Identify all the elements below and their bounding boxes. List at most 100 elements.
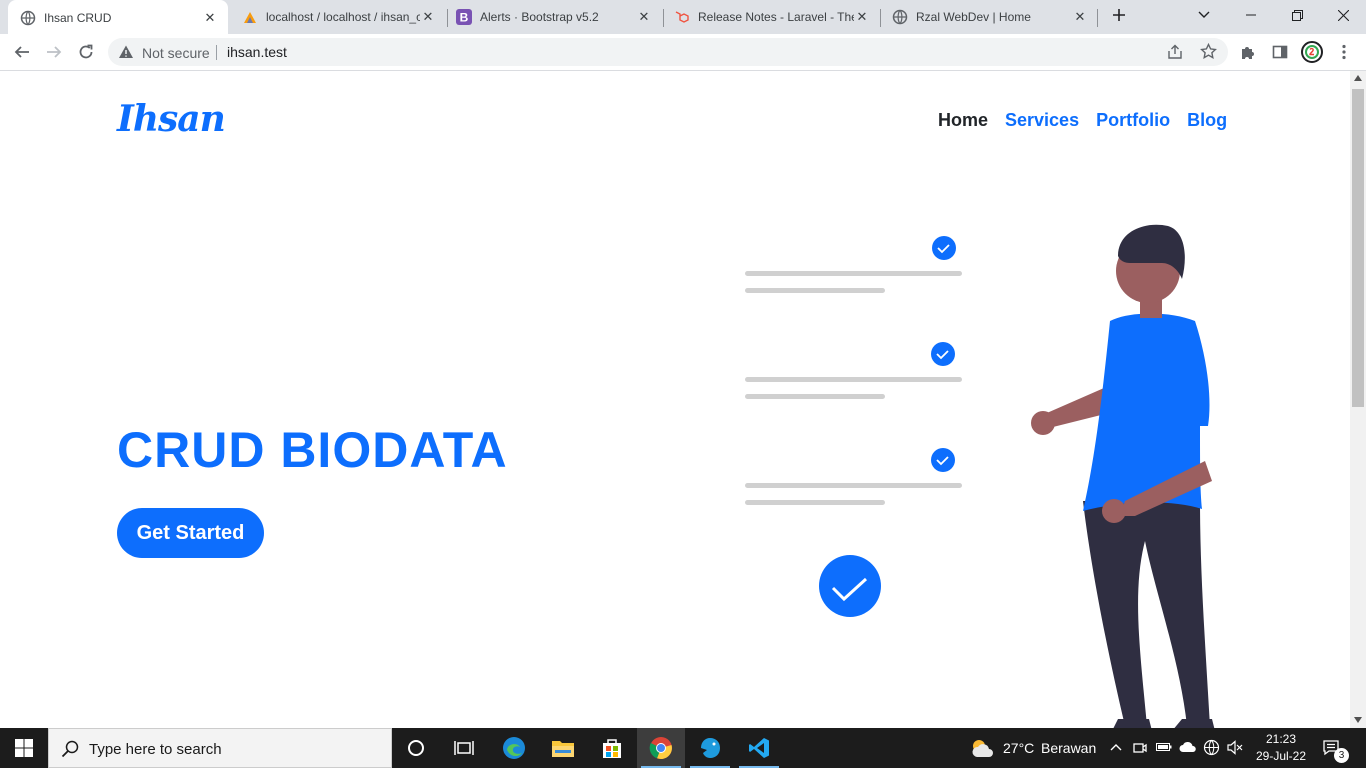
tab-laravel[interactable]: Release Notes - Laravel - The ✕: [662, 0, 880, 34]
close-tab-icon[interactable]: ✕: [854, 9, 870, 25]
url-text[interactable]: ihsan.test: [227, 44, 287, 60]
chevron-up-icon[interactable]: [1110, 743, 1122, 751]
close-tab-icon[interactable]: ✕: [1072, 9, 1088, 25]
security-status-label[interactable]: Not secure: [142, 45, 210, 61]
check-circle-icon: [819, 555, 881, 617]
vscode-taskbar-button[interactable]: [735, 728, 783, 768]
close-tab-icon[interactable]: ✕: [636, 9, 652, 25]
tab-ihsan-crud[interactable]: Ihsan CRUD ✕: [8, 0, 228, 35]
globe-icon: [20, 10, 36, 26]
svg-text:B: B: [460, 11, 469, 25]
chrome-taskbar-button[interactable]: [637, 728, 685, 768]
meet-now-icon[interactable]: [1133, 740, 1147, 756]
forward-button[interactable]: [40, 38, 68, 66]
weather-temperature[interactable]: 27°C: [1003, 740, 1034, 756]
extensions-button[interactable]: [1234, 38, 1262, 66]
browser-tab-strip: Ihsan CRUD ✕ localhost / localhost / ihs…: [0, 0, 1366, 35]
page-scrollbar[interactable]: [1350, 71, 1366, 728]
tab-title: localhost / localhost / ihsan_c: [266, 10, 420, 24]
address-bar[interactable]: Not secure ihsan.test: [108, 38, 1228, 66]
restore-icon: [1291, 9, 1303, 21]
puzzle-icon: [1242, 47, 1254, 59]
minimize-icon: [1246, 14, 1256, 16]
scroll-up-icon[interactable]: [1354, 75, 1362, 81]
onedrive-cloud-icon[interactable]: [1179, 740, 1197, 754]
weather-condition[interactable]: Berawan: [1041, 740, 1096, 756]
hero-title: CRUD BIODATA: [117, 422, 508, 478]
nav-home[interactable]: Home: [938, 110, 988, 131]
check-circle-icon: [931, 448, 955, 472]
chrome-menu-button[interactable]: [1330, 38, 1358, 66]
tab-title: Ihsan CRUD: [44, 10, 112, 25]
profile-button[interactable]: [1298, 38, 1326, 66]
laravel-icon: [674, 9, 690, 25]
side-panel-button[interactable]: [1266, 38, 1294, 66]
close-window-button[interactable]: [1320, 0, 1366, 30]
checklist-row: [745, 236, 962, 293]
scrollbar-thumb[interactable]: [1352, 89, 1364, 407]
start-button[interactable]: [0, 728, 48, 768]
cortana-circle-icon: [408, 740, 424, 756]
new-tab-button[interactable]: [1096, 0, 1142, 30]
clock-date[interactable]: 29-Jul-22: [1256, 749, 1306, 763]
restore-button[interactable]: [1274, 0, 1320, 30]
nav-portfolio[interactable]: Portfolio: [1096, 110, 1170, 131]
globe-icon: [892, 9, 908, 25]
notification-count-badge: 3: [1334, 748, 1349, 763]
reload-icon: [79, 44, 93, 59]
tab-title: Alerts · Bootstrap v5.2: [480, 10, 599, 24]
back-button[interactable]: [8, 38, 36, 66]
side-panel-icon: [1272, 45, 1288, 59]
site-logo[interactable]: Ihsan: [117, 98, 226, 140]
clock-time[interactable]: 21:23: [1266, 732, 1296, 746]
chevron-down-icon: [1198, 11, 1210, 18]
phpmyadmin-icon: [242, 9, 258, 25]
network-globe-icon[interactable]: [1203, 739, 1220, 756]
edge-taskbar-button[interactable]: [490, 728, 538, 768]
avatar: [1301, 41, 1323, 63]
taskbar-search-box[interactable]: Type here to search: [48, 728, 392, 768]
search-placeholder: Type here to search: [89, 741, 222, 758]
checklist-person-illustration: [745, 224, 1215, 728]
web-page: Ihsan Home Services Portfolio Blog CRUD …: [0, 71, 1350, 728]
chrome-icon: [649, 737, 672, 760]
minimize-button[interactable]: [1228, 0, 1274, 30]
tab-bootstrap[interactable]: B Alerts · Bootstrap v5.2 ✕: [444, 0, 662, 34]
plus-icon: [1113, 9, 1125, 21]
edge-icon: [503, 737, 525, 759]
browser-toolbar: Not secure ihsan.test: [0, 34, 1366, 71]
share-icon[interactable]: [1167, 44, 1183, 60]
nav-blog[interactable]: Blog: [1187, 110, 1227, 131]
file-explorer-taskbar-button[interactable]: [539, 728, 587, 768]
search-icon: [61, 740, 79, 758]
task-view-button[interactable]: [440, 728, 488, 768]
microsoft-store-taskbar-button[interactable]: [588, 728, 636, 768]
arrow-right-icon: [47, 46, 62, 58]
battery-icon[interactable]: [1156, 741, 1172, 753]
windows-logo-icon: [15, 739, 33, 757]
big-check-badge: [819, 555, 881, 617]
tab-phpmyadmin[interactable]: localhost / localhost / ihsan_c ✕: [230, 0, 446, 34]
tab-search-button[interactable]: [1181, 0, 1227, 30]
close-tab-icon[interactable]: ✕: [202, 10, 218, 26]
person-figure: [1031, 224, 1215, 728]
tab-rzal-webdev[interactable]: Rzal WebDev | Home ✕: [880, 0, 1098, 34]
bootstrap-icon: B: [456, 9, 472, 25]
more-vertical-icon: [1342, 44, 1346, 60]
scroll-down-icon[interactable]: [1354, 717, 1362, 723]
nav-services[interactable]: Services: [1005, 110, 1079, 131]
app-taskbar-button[interactable]: [686, 728, 734, 768]
arrow-left-icon: [14, 46, 29, 58]
speaker-muted-icon[interactable]: [1227, 740, 1243, 755]
action-center-button[interactable]: 3: [1312, 728, 1352, 768]
bookmark-star-icon[interactable]: [1200, 43, 1217, 60]
task-view-icon: [454, 741, 474, 755]
get-started-button[interactable]: Get Started: [117, 508, 264, 558]
vscode-icon: [749, 738, 769, 758]
reload-button[interactable]: [72, 38, 100, 66]
omnibox-divider: [216, 45, 217, 60]
cortana-button[interactable]: [392, 728, 440, 768]
close-tab-icon[interactable]: ✕: [420, 9, 436, 25]
checklist-row: [745, 448, 962, 505]
weather-cloudy-icon[interactable]: [970, 737, 996, 759]
